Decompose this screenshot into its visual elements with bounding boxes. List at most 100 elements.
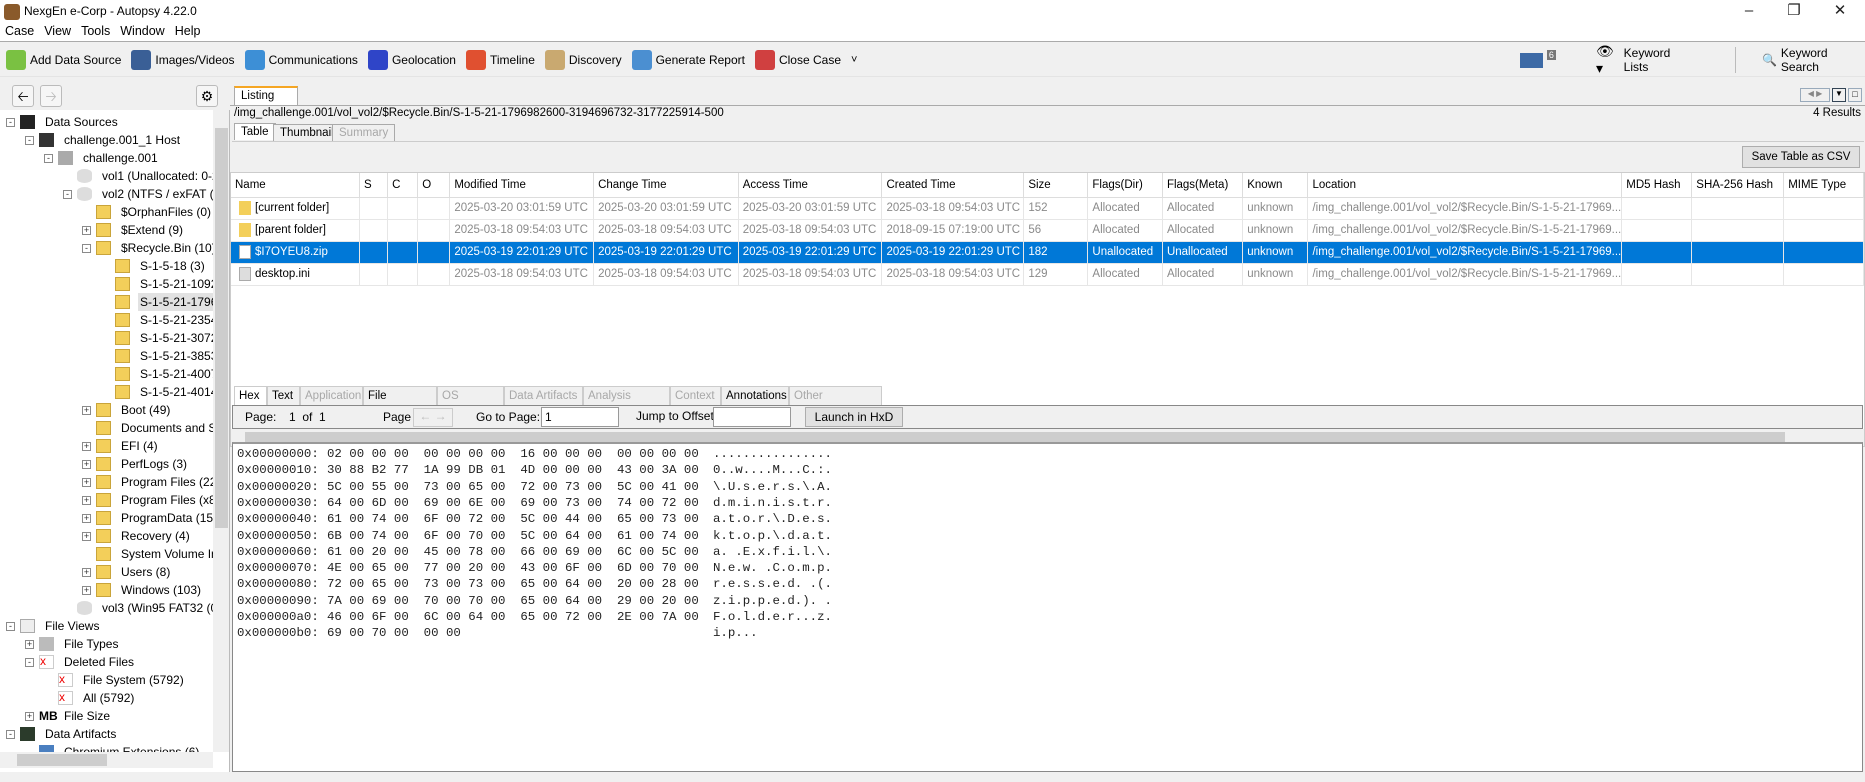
expand-toggle[interactable]: +: [25, 712, 34, 721]
tab-hex[interactable]: Hex: [234, 386, 267, 405]
tree-item[interactable]: S-1-5-21-17969: [0, 293, 213, 311]
menu-help[interactable]: Help: [170, 22, 206, 40]
tree-item[interactable]: $OrphanFiles (0): [0, 203, 213, 221]
tab-dropdown-button[interactable]: ▼: [1832, 88, 1846, 102]
tree-item[interactable]: Documents and Set: [0, 419, 213, 437]
tree-item[interactable]: + $Extend (9): [0, 221, 213, 239]
tab-data-artifacts[interactable]: Data Artifacts: [504, 386, 583, 405]
column-header[interactable]: S: [359, 173, 389, 198]
expand-toggle[interactable]: +: [82, 478, 91, 487]
tab-file-metadata[interactable]: File Metadata: [363, 386, 437, 420]
tree-item[interactable]: + Recovery (4): [0, 527, 213, 545]
tab-table[interactable]: Table: [234, 123, 276, 140]
expand-toggle[interactable]: +: [82, 532, 91, 541]
tree-item[interactable]: - File Views: [0, 617, 213, 635]
column-header[interactable]: Location: [1307, 173, 1623, 198]
more-chevron-icon[interactable]: ˅: [851, 54, 857, 66]
keyword-lists-button[interactable]: Keyword Lists: [1624, 46, 1695, 74]
close-window-button[interactable]: ✕: [1820, 2, 1860, 22]
jump-offset-input[interactable]: [713, 407, 791, 427]
collapse-toggle[interactable]: -: [82, 244, 91, 253]
expand-toggle[interactable]: +: [82, 586, 91, 595]
tree-item[interactable]: S-1-5-21-30724: [0, 329, 213, 347]
collapse-toggle[interactable]: -: [6, 730, 15, 739]
tree-item[interactable]: + File Types: [0, 635, 213, 653]
geolocation-button[interactable]: Geolocation: [367, 49, 456, 70]
menu-tools[interactable]: Tools: [76, 22, 115, 40]
tree-item[interactable]: - $Recycle.Bin (10): [0, 239, 213, 257]
tab-analysis-results[interactable]: Analysis Results: [583, 386, 670, 420]
tree-item[interactable]: + EFI (4): [0, 437, 213, 455]
tree-item[interactable]: + MB File Size: [0, 707, 213, 725]
restore-button[interactable]: ❐: [1774, 2, 1814, 22]
generate-report-button[interactable]: Generate Report: [631, 49, 745, 70]
table-row[interactable]: [current folder] 2025-03-20 03:01:59 UTC 2…: [231, 197, 1864, 220]
column-header[interactable]: C: [387, 173, 419, 198]
expand-toggle[interactable]: +: [82, 406, 91, 415]
collapse-toggle[interactable]: -: [44, 154, 53, 163]
tab-application[interactable]: Application: [300, 386, 363, 405]
goto-page-input[interactable]: 1: [541, 407, 619, 427]
communications-button[interactable]: Communications: [244, 49, 358, 70]
images-videos-button[interactable]: Images/Videos: [131, 49, 235, 70]
tab-os-account[interactable]: OS Account: [437, 386, 504, 420]
expand-toggle[interactable]: +: [82, 496, 91, 505]
menu-window[interactable]: Window: [115, 22, 169, 40]
save-table-csv-button[interactable]: Save Table as CSV: [1742, 146, 1860, 168]
tree-item[interactable]: + Program Files (22): [0, 473, 213, 491]
tab-summary[interactable]: Summary: [332, 124, 396, 141]
tree-vertical-scrollbar[interactable]: [213, 110, 229, 752]
column-header[interactable]: Flags(Meta): [1162, 173, 1244, 198]
tree-item[interactable]: S-1-5-21-38539: [0, 347, 213, 365]
tree-item[interactable]: vol1 (Unallocated: 0-20: [0, 167, 213, 185]
expand-toggle[interactable]: +: [82, 226, 91, 235]
collapse-toggle[interactable]: -: [6, 622, 15, 631]
collapse-toggle[interactable]: -: [25, 658, 34, 667]
tree-item[interactable]: - challenge.001_1 Host: [0, 131, 213, 149]
tree-item[interactable]: S-1-5-21-23544: [0, 311, 213, 329]
tree-item[interactable]: S-1-5-18 (3): [0, 257, 213, 275]
tree-item[interactable]: - challenge.001: [0, 149, 213, 167]
forward-button[interactable]: 🡢: [40, 85, 62, 107]
tree-item[interactable]: + Windows (103): [0, 581, 213, 599]
maximize-panel-button[interactable]: □: [1848, 88, 1862, 102]
back-button[interactable]: 🡠: [12, 85, 34, 107]
expand-toggle[interactable]: +: [25, 640, 34, 649]
tree-horizontal-scrollbar[interactable]: [0, 752, 213, 768]
tree-item[interactable]: x All (5792): [0, 689, 213, 707]
tree-item[interactable]: S-1-5-21-10926: [0, 275, 213, 293]
mail-notification-icon[interactable]: [1520, 52, 1543, 68]
column-header[interactable]: Flags(Dir): [1087, 173, 1163, 198]
tree-item[interactable]: + Users (8): [0, 563, 213, 581]
column-header[interactable]: MIME Type: [1783, 173, 1864, 198]
tab-context[interactable]: Context: [670, 386, 721, 405]
table-row[interactable]: [parent folder] 2025-03-18 09:54:03 UTC 20…: [231, 219, 1864, 242]
tree-item[interactable]: - x Deleted Files: [0, 653, 213, 671]
column-header[interactable]: Modified Time: [449, 173, 595, 198]
column-header[interactable]: O: [417, 173, 451, 198]
expand-toggle[interactable]: +: [82, 442, 91, 451]
tab-scroll-arrows[interactable]: ◀ ▶: [1800, 88, 1830, 102]
tree-item[interactable]: - Data Artifacts: [0, 725, 213, 743]
column-header[interactable]: Name: [231, 173, 360, 198]
collapse-toggle[interactable]: -: [6, 118, 15, 127]
tree-item[interactable]: - vol2 (NTFS / exFAT (0x: [0, 185, 213, 203]
add-data-source-button[interactable]: Add Data Source: [6, 49, 121, 70]
column-header[interactable]: Change Time: [593, 173, 739, 198]
discovery-button[interactable]: Discovery: [544, 49, 622, 70]
expand-toggle[interactable]: +: [82, 514, 91, 523]
expand-toggle[interactable]: +: [82, 460, 91, 469]
scrollbar-thumb[interactable]: [215, 128, 228, 528]
tree-item[interactable]: S-1-5-21-40141: [0, 383, 213, 401]
tree-item[interactable]: S-1-5-21-40076: [0, 365, 213, 383]
tree-item[interactable]: System Volume Info: [0, 545, 213, 563]
tree-item[interactable]: - Data Sources: [0, 113, 213, 131]
column-header[interactable]: Size: [1023, 173, 1089, 198]
column-header[interactable]: Created Time: [881, 173, 1025, 198]
keyword-search-button[interactable]: Keyword Search: [1781, 46, 1865, 74]
tab-listing[interactable]: Listing: [234, 86, 298, 106]
column-header[interactable]: Known: [1242, 173, 1309, 198]
tree-item[interactable]: + ProgramData (15): [0, 509, 213, 527]
tree-item[interactable]: x File System (5792): [0, 671, 213, 689]
tab-thumbnail[interactable]: Thumbnail: [273, 124, 341, 141]
